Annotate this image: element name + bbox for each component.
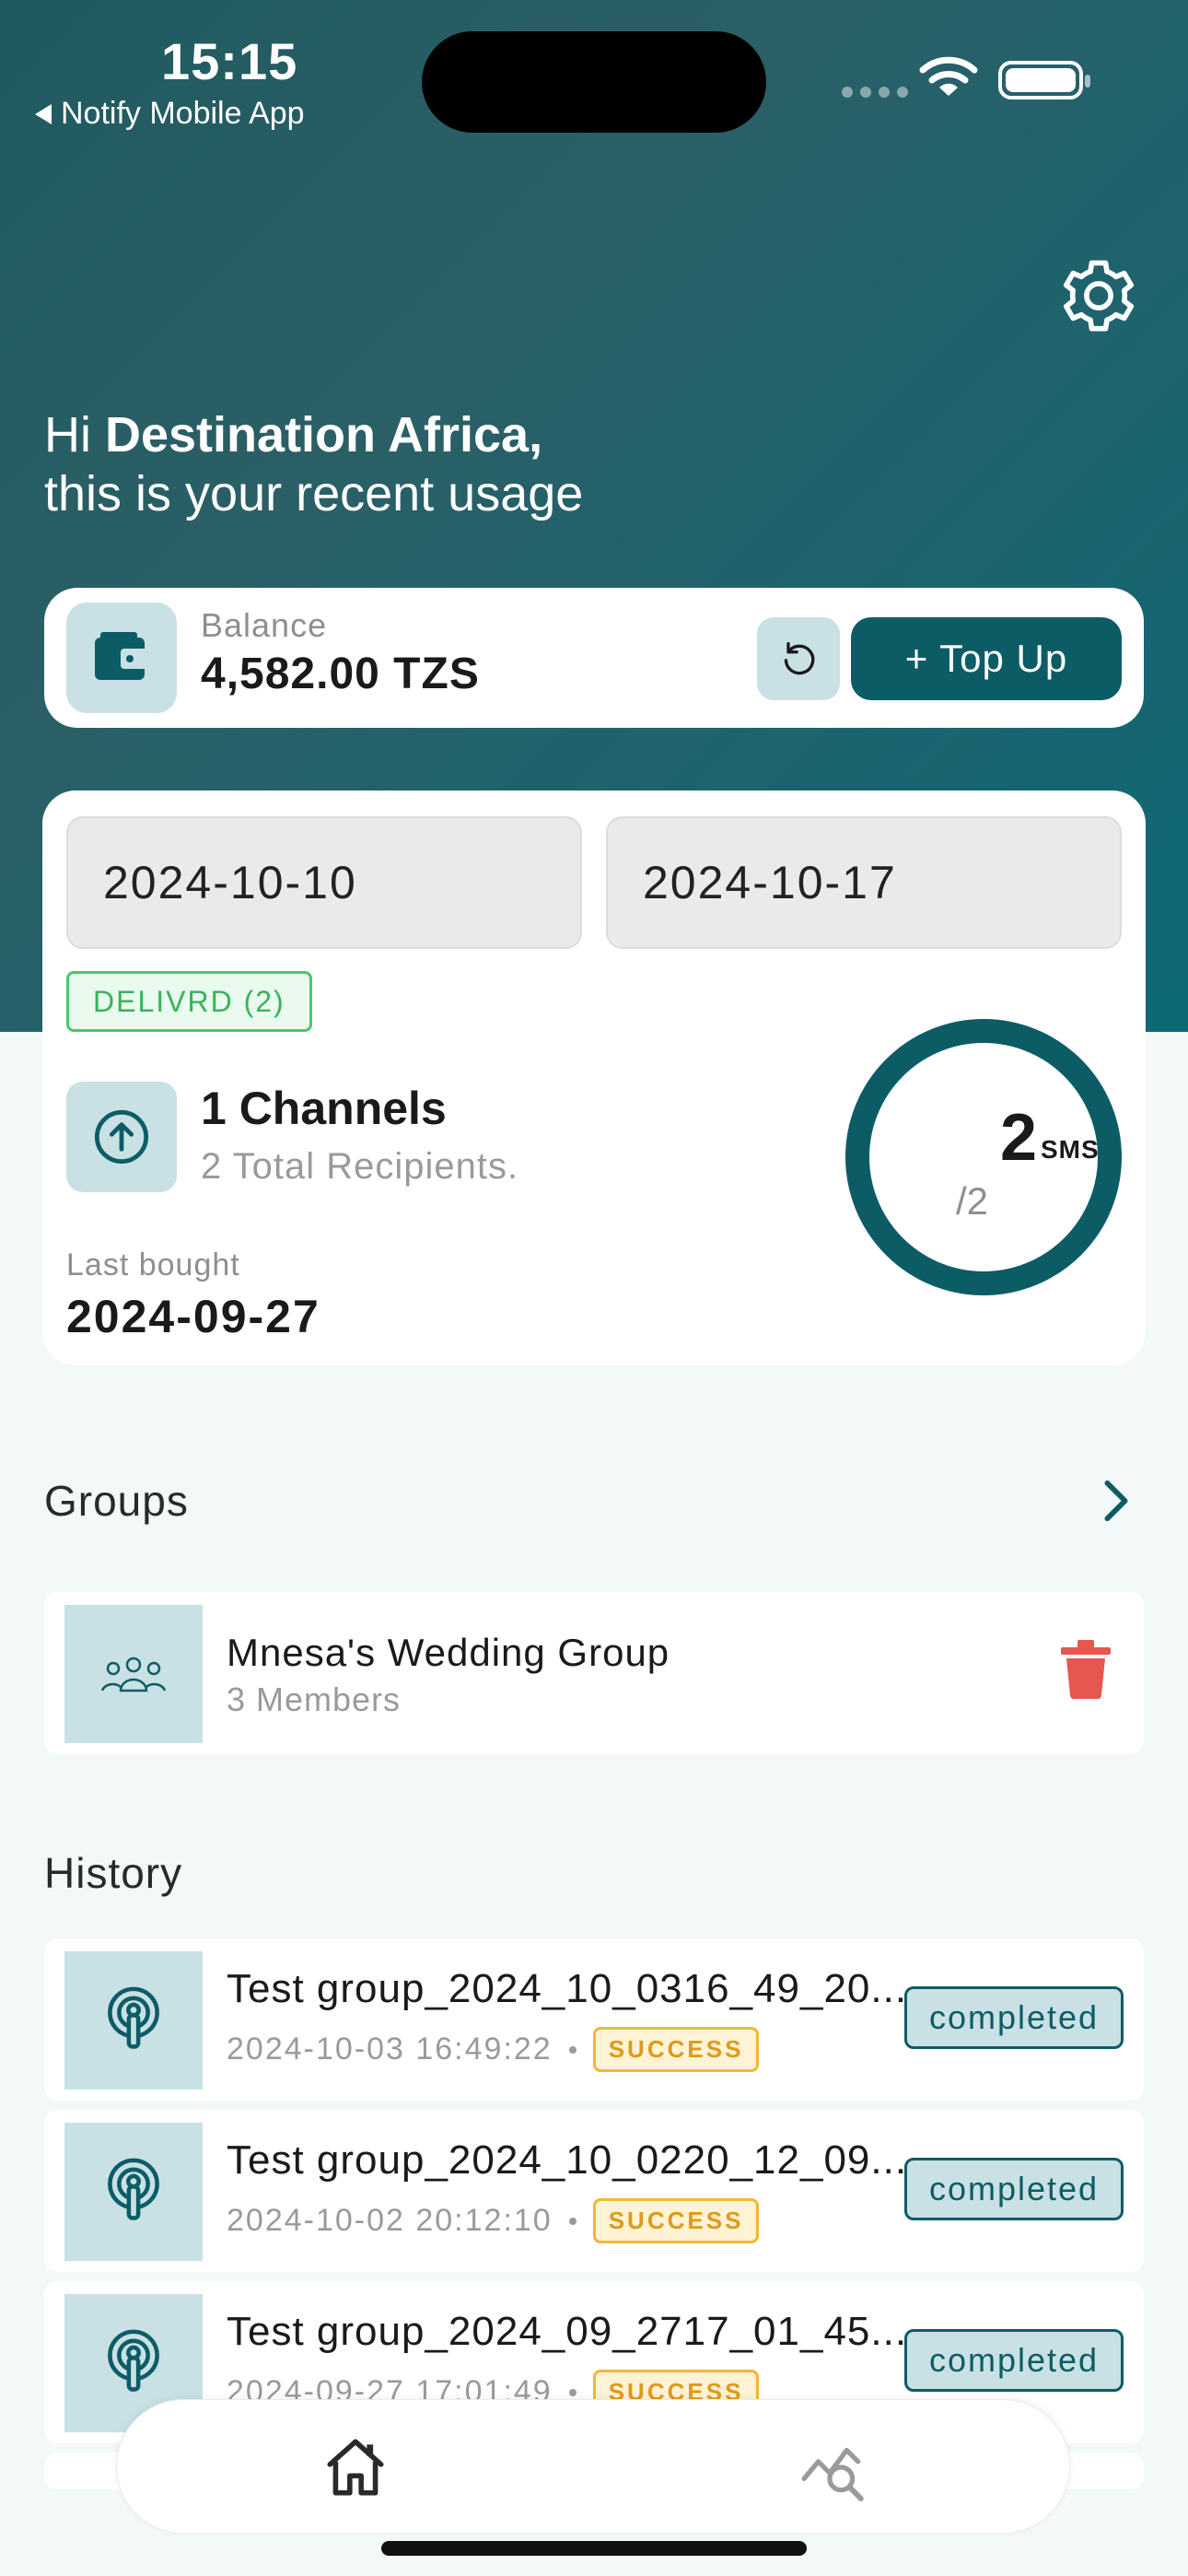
refresh-button[interactable] <box>757 617 840 700</box>
back-to-app-link[interactable]: Notify Mobile App <box>35 96 305 132</box>
broadcast-icon <box>64 1951 203 2090</box>
result-badge: SUCCESS <box>592 2198 760 2243</box>
separator-dot <box>568 2045 577 2054</box>
last-bought-label: Last bought <box>66 1247 240 1282</box>
history-name: Test group_2024_10_0316_49_20... <box>227 1966 908 2011</box>
history-timestamp: 2024-10-02 20:12:10 <box>227 2203 553 2238</box>
refresh-icon <box>784 641 815 675</box>
balance-card: Balance 4,582.00 TZS + Top Up <box>44 588 1144 728</box>
home-icon[interactable] <box>321 2433 390 2501</box>
analytics-icon[interactable] <box>798 2433 867 2501</box>
usage-card: 2024-10-10 2024-10-17 DELIVRD (2) 1 Chan… <box>42 790 1146 1365</box>
back-app-label: Notify Mobile App <box>61 96 305 131</box>
result-badge: SUCCESS <box>592 2027 760 2072</box>
channels-count: 1 Channels <box>201 1083 447 1134</box>
history-timestamp: 2024-10-03 16:49:22 <box>227 2032 553 2067</box>
top-up-button[interactable]: + Top Up <box>851 617 1122 700</box>
back-arrow-icon <box>35 103 52 124</box>
sms-used: 2 <box>1000 1101 1038 1175</box>
group-name: Mnesa's Wedding Group <box>227 1631 670 1674</box>
chevron-right-icon[interactable] <box>1096 1478 1136 1524</box>
sms-usage-ring: 2 SMS /2 <box>845 1019 1122 1295</box>
balance-label: Balance <box>201 606 328 644</box>
separator-dot <box>568 2388 577 2396</box>
signal-icon <box>842 87 908 98</box>
history-meta: 2024-10-03 16:49:22 SUCCESS <box>227 2027 760 2072</box>
sms-total: /2 <box>956 1179 989 1223</box>
recipients-count: 2 Total Recipients. <box>201 1146 519 1187</box>
history-name: Test group_2024_09_2717_01_45... <box>227 2309 908 2354</box>
trash-icon[interactable] <box>1061 1640 1111 1699</box>
dynamic-island <box>422 31 766 133</box>
delivered-status-chip[interactable]: DELIVRD (2) <box>66 971 312 1032</box>
groups-title: Groups <box>44 1477 189 1525</box>
group-list-item[interactable]: Mnesa's Wedding Group 3 Members <box>44 1592 1144 1754</box>
history-meta: 2024-10-02 20:12:10 SUCCESS <box>227 2198 760 2243</box>
status-badge: completed <box>904 2158 1124 2220</box>
greeting-subtitle: this is your recent usage <box>44 466 584 521</box>
gear-icon[interactable] <box>1057 254 1140 337</box>
group-members: 3 Members <box>227 1680 402 1718</box>
upload-arrow-icon <box>66 1082 177 1192</box>
history-list-item[interactable]: Test group_2024_10_0220_12_09... 2024-10… <box>44 2110 1144 2272</box>
history-list-item[interactable]: Test group_2024_10_0316_49_20... 2024-10… <box>44 1938 1144 2101</box>
wallet-icon <box>66 603 177 713</box>
user-name: Destination Africa, <box>105 407 543 463</box>
date-to-field[interactable]: 2024-10-17 <box>606 816 1122 949</box>
last-bought-value: 2024-09-27 <box>66 1291 320 1342</box>
history-title: History <box>44 1849 183 1897</box>
wifi-icon <box>919 56 978 96</box>
date-from-field[interactable]: 2024-10-10 <box>66 816 582 949</box>
battery-icon <box>998 61 1090 100</box>
sms-unit: SMS <box>1041 1135 1100 1164</box>
history-name: Test group_2024_10_0220_12_09... <box>227 2137 908 2183</box>
status-badge: completed <box>904 1986 1124 2049</box>
status-badge: completed <box>904 2329 1124 2392</box>
greeting-prefix: Hi <box>44 407 105 463</box>
people-icon <box>64 1605 203 1743</box>
bottom-nav <box>116 2399 1070 2534</box>
status-time: 15:15 <box>161 32 298 90</box>
greeting: Hi Destination Africa, this is your rece… <box>44 405 583 523</box>
broadcast-icon <box>64 2123 203 2261</box>
balance-value: 4,582.00 TZS <box>201 650 480 698</box>
separator-dot <box>568 2217 577 2225</box>
home-indicator <box>381 2541 807 2556</box>
